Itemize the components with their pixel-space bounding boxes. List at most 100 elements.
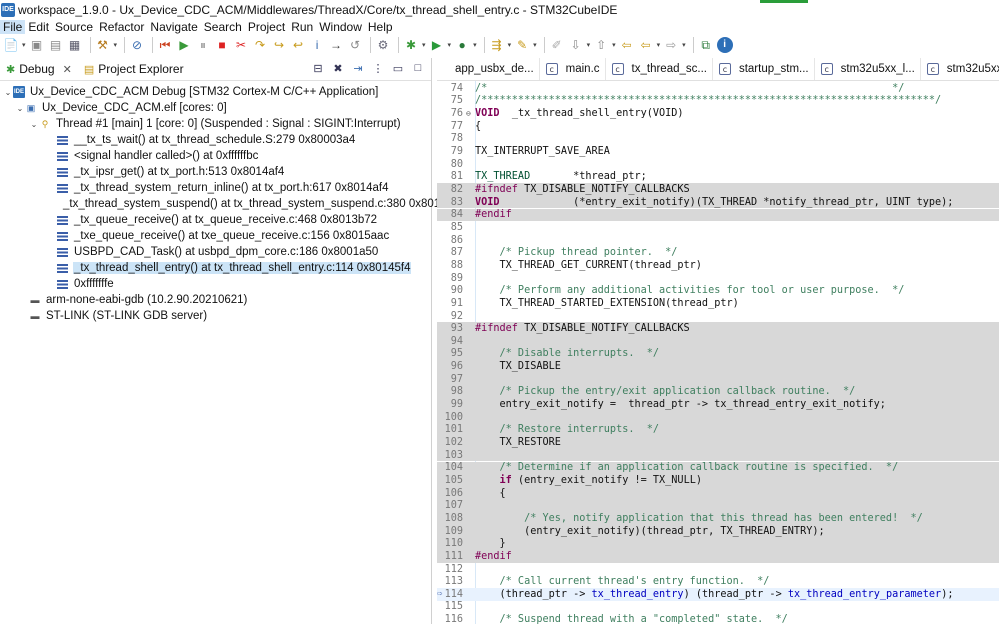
expand-down-icon[interactable]: ⌄	[3, 88, 13, 97]
close-icon[interactable]: ✕	[63, 63, 72, 76]
external-tools-dropdown-icon[interactable]: ▾	[473, 41, 477, 49]
run-icon[interactable]: ▶	[429, 37, 445, 53]
run-to-line-icon[interactable]: →	[328, 37, 344, 53]
build-icon[interactable]: ⚒	[95, 37, 111, 53]
stack-frame[interactable]: 0xfffffffe	[0, 276, 431, 292]
stack-frame[interactable]: __tx_ts_wait() at tx_thread_schedule.S:2…	[0, 132, 431, 148]
tree-stlink[interactable]: ▬ ST-LINK (ST-LINK GDB server)	[0, 308, 431, 324]
prev-annotation-icon[interactable]: ⇩	[568, 37, 584, 53]
code-text: /* Pickup the entry/exit application cal…	[475, 386, 856, 398]
editor-tab[interactable]: app_usbx_de...	[437, 58, 540, 80]
menu-source[interactable]: Source	[52, 20, 96, 34]
search-icon[interactable]: ✎	[514, 37, 530, 53]
step-over-icon[interactable]: ↪	[271, 37, 287, 53]
stack-frame[interactable]: _tx_thread_shell_entry() at tx_thread_sh…	[0, 260, 431, 276]
stack-frame-icon	[57, 135, 68, 145]
line-number: 75	[450, 95, 463, 107]
forward-icon[interactable]: ⇨	[663, 37, 679, 53]
menu-run[interactable]: Run	[288, 20, 316, 34]
debug-dropdown-icon[interactable]: ▾	[422, 41, 426, 49]
tab-debug[interactable]: ✱ Debug ✕	[0, 58, 78, 80]
back-dropdown-icon[interactable]: ▾	[657, 41, 661, 49]
new-dropdown-icon[interactable]: ▾	[22, 41, 26, 49]
menu-search[interactable]: Search	[201, 20, 245, 34]
stack-frame[interactable]: _tx_queue_receive() at tx_queue_receive.…	[0, 212, 431, 228]
stack-frame[interactable]: USBPD_CAD_Task() at usbpd_dpm_core.c:186…	[0, 244, 431, 260]
code-line: 106 {	[437, 486, 999, 500]
toggle-mark-icon[interactable]: ✐	[549, 37, 565, 53]
open-perspective-icon[interactable]: ⧉	[698, 37, 714, 53]
line-number: 110	[444, 538, 463, 550]
open-type-icon[interactable]: ⇶	[489, 37, 505, 53]
open-type-dropdown-icon[interactable]: ▾	[508, 41, 512, 49]
stack-frame[interactable]: _tx_thread_system_suspend() at tx_thread…	[0, 196, 463, 212]
tree-launch[interactable]: ⌄ IDE Ux_Device_CDC_ACM Debug [STM32 Cor…	[0, 84, 431, 100]
code-line: 113 /* Call current thread's entry funct…	[437, 575, 999, 588]
line-number: 96	[450, 361, 463, 373]
stack-frame[interactable]: _tx_ipsr_get() at tx_port.h:513 0x8014af…	[0, 164, 431, 180]
expand-down-icon[interactable]: ⌄	[29, 120, 39, 129]
device-config-icon[interactable]: ⚙	[375, 37, 391, 53]
step-filters-icon[interactable]: ⇥	[351, 61, 365, 75]
menu-window[interactable]: Window	[316, 20, 365, 34]
back-icon[interactable]: ⇦	[638, 37, 654, 53]
minimize-icon[interactable]: ▭	[391, 61, 405, 75]
fold-collapse-icon[interactable]: ⊖	[466, 109, 475, 118]
build-dropdown-icon[interactable]: ▾	[114, 41, 118, 49]
menu-file[interactable]: File	[0, 19, 26, 34]
run-dropdown-icon[interactable]: ▾	[448, 41, 452, 49]
info-icon[interactable]: i	[716, 37, 733, 53]
tab-project-explorer[interactable]: ▤ Project Explorer	[78, 58, 190, 80]
prev-annotation-dropdown-icon[interactable]: ▾	[587, 41, 591, 49]
menu-edit[interactable]: Edit	[25, 20, 52, 34]
editor-tab[interactable]: c stm32u5xx_l...	[815, 58, 921, 80]
reset-icon[interactable]: ⏮	[157, 37, 173, 53]
editor-tab[interactable]: c main.c	[540, 58, 606, 80]
code-line: 112	[437, 563, 999, 576]
maximize-icon[interactable]: □	[411, 61, 425, 75]
next-annotation-dropdown-icon[interactable]: ▾	[612, 41, 616, 49]
next-annotation-icon[interactable]: ⇧	[593, 37, 609, 53]
skip-breakpoints-icon[interactable]: ⊘	[129, 37, 145, 53]
editor-tab[interactable]: c stm32u5xx_	[921, 58, 999, 80]
stack-frame[interactable]: _tx_thread_system_return_inline() at tx_…	[0, 180, 431, 196]
search-dropdown-icon[interactable]: ▾	[533, 41, 537, 49]
menu-refactor[interactable]: Refactor	[96, 20, 147, 34]
instruction-stepping-icon[interactable]: i	[309, 37, 325, 53]
menu-help[interactable]: Help	[365, 20, 396, 34]
save-all-icon[interactable]: ▤	[48, 37, 64, 53]
code-text: /* Call current thread's entry function.…	[475, 576, 770, 588]
terminate-icon[interactable]: ■	[214, 37, 230, 53]
stack-frame-label: _tx_thread_system_suspend() at tx_thread…	[63, 198, 463, 210]
code-line: 93 #ifndef TX_DISABLE_NOTIFY_CALLBACKS	[437, 322, 999, 335]
new-icon[interactable]: 📄	[3, 37, 19, 53]
external-tools-icon[interactable]: ●	[454, 37, 470, 53]
step-into-icon[interactable]: ↷	[252, 37, 268, 53]
debug-icon[interactable]: ✱	[403, 37, 419, 53]
menu-project[interactable]: Project	[245, 20, 288, 34]
build-all-icon[interactable]: ▦	[67, 37, 83, 53]
tree-elf[interactable]: ⌄ ▣ Ux_Device_CDC_ACM.elf [cores: 0]	[0, 100, 431, 116]
menu-navigate[interactable]: Navigate	[147, 20, 200, 34]
code-text: /* Disable interrupts. */	[475, 348, 660, 360]
code-area[interactable]: 74 /* */ 75 /******************************…	[437, 81, 999, 624]
expand-down-icon[interactable]: ⌄	[15, 104, 25, 113]
collapse-all-icon[interactable]: ⊟	[311, 61, 325, 75]
view-menu-icon[interactable]: ⋮	[371, 61, 385, 75]
code-text: /* Determine if an application callback …	[475, 462, 899, 474]
remove-terminated-icon[interactable]: ✖	[331, 61, 345, 75]
editor-tab[interactable]: c startup_stm...	[713, 58, 815, 80]
resume-icon[interactable]: ▶	[176, 37, 192, 53]
last-edit-icon[interactable]: ⇦	[619, 37, 635, 53]
stack-frame[interactable]: <signal handler called>() at 0xffffffbc	[0, 148, 431, 164]
step-return-icon[interactable]: ↩	[290, 37, 306, 53]
tree-gdb[interactable]: ▬ arm-none-eabi-gdb (10.2.90.20210621)	[0, 292, 431, 308]
forward-dropdown-icon[interactable]: ▾	[682, 41, 686, 49]
disconnect-icon[interactable]: ✂	[233, 37, 249, 53]
suspend-icon[interactable]: ⏸	[195, 37, 211, 53]
restart-icon[interactable]: ↺	[347, 37, 363, 53]
tree-thread[interactable]: ⌄ ⚲ Thread #1 [main] 1 [core: 0] (Suspen…	[0, 116, 431, 132]
save-icon[interactable]: ▣	[29, 37, 45, 53]
editor-tab[interactable]: c tx_thread_sc...	[606, 58, 713, 80]
stack-frame[interactable]: _txe_queue_receive() at txe_queue_receiv…	[0, 228, 431, 244]
